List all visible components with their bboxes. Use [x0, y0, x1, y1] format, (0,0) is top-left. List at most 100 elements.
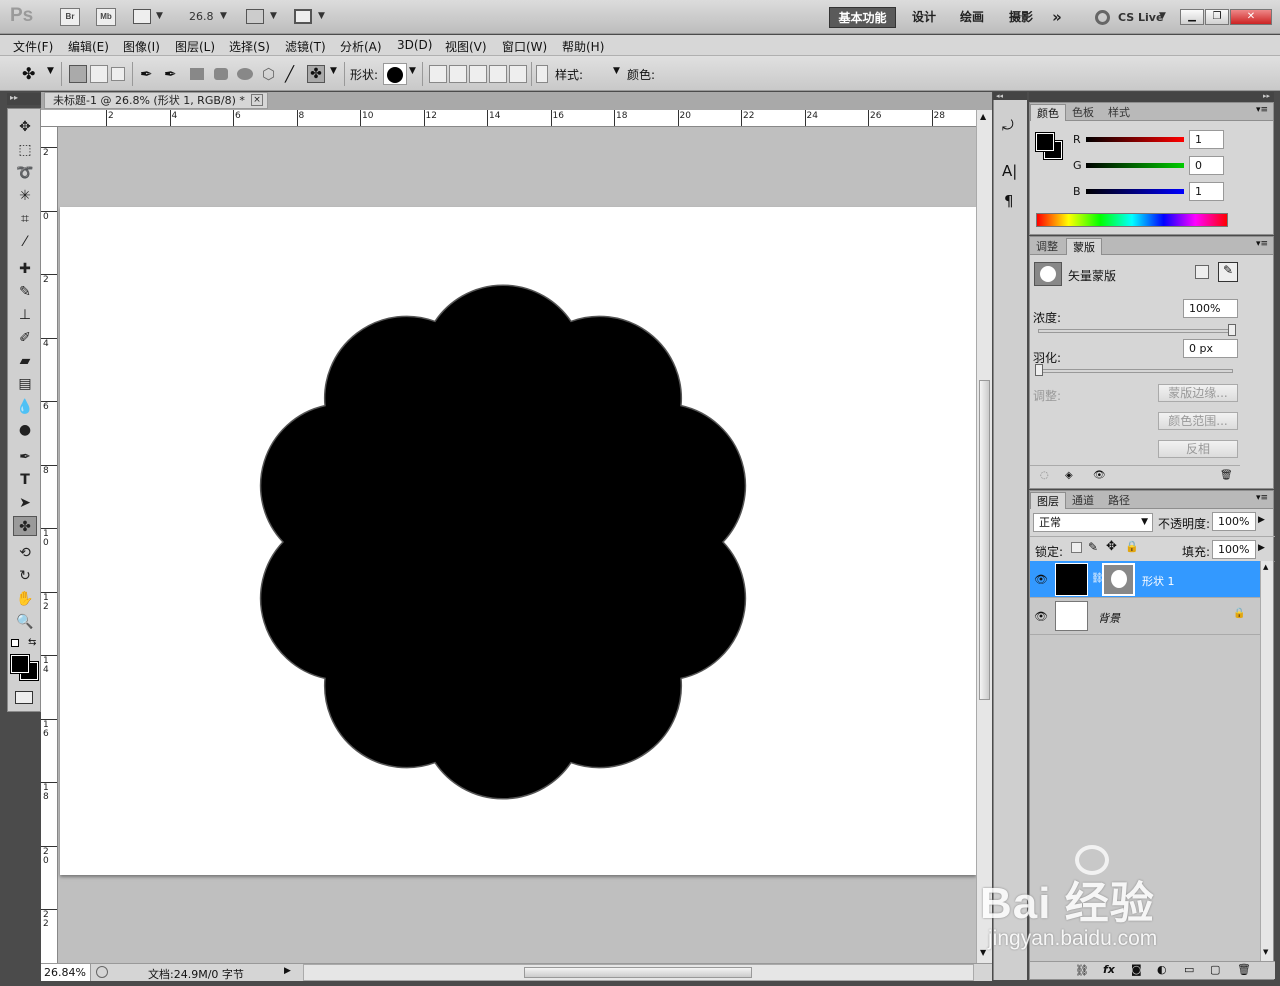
menu-image[interactable]: 图像(I) [123, 38, 160, 55]
eyedropper-icon[interactable]: ⁄ [13, 232, 37, 252]
ellipse-tool-icon[interactable] [237, 68, 253, 80]
workspace-essentials[interactable]: 基本功能 [829, 7, 896, 28]
fill-value[interactable]: 100% [1212, 540, 1256, 559]
chevron-down-icon[interactable]: ▼ [409, 66, 416, 76]
layer-row[interactable]: 👁 背景 🔒 [1030, 598, 1260, 635]
zoom-dropdown-icon[interactable]: ▼ [220, 11, 227, 21]
marquee-tool-icon[interactable]: ⬚ [13, 140, 37, 160]
rounded-rectangle-icon[interactable] [214, 68, 228, 80]
foreground-color-swatch[interactable] [10, 654, 30, 674]
opacity-value[interactable]: 100% [1212, 512, 1256, 531]
chevron-down-icon[interactable]: ▼ [330, 66, 337, 76]
tab-styles[interactable]: 样式 [1102, 104, 1136, 121]
channel-g-value[interactable]: 0 [1189, 156, 1224, 175]
arrange-documents-icon[interactable] [246, 9, 264, 24]
invert-button[interactable]: 反相 [1158, 440, 1238, 458]
color-spectrum[interactable] [1036, 213, 1228, 227]
visibility-eye-icon[interactable]: 👁 [1034, 573, 1048, 586]
eraser-tool-icon[interactable]: ▰ [13, 351, 37, 371]
mini-bridge-button[interactable]: Mb [96, 8, 116, 26]
brush-tool-icon[interactable]: ✎ [13, 282, 37, 302]
menu-3d[interactable]: 3D(D) [397, 38, 432, 52]
menu-filter[interactable]: 滤镜(T) [285, 38, 326, 55]
scroll-up-icon[interactable]: ▲ [980, 112, 986, 121]
lock-transparency-icon[interactable] [1071, 542, 1082, 553]
menu-analysis[interactable]: 分析(A) [340, 38, 382, 55]
fill-arrow-icon[interactable]: ▶ [1258, 543, 1265, 553]
visibility-icon[interactable]: 👁 [1093, 470, 1106, 481]
paragraph-panel-icon[interactable]: ¶ [1004, 192, 1014, 210]
flower-shape[interactable] [205, 236, 801, 848]
chevron-down-icon[interactable]: ▼ [47, 66, 54, 76]
more-workspaces-icon[interactable]: » [1047, 7, 1067, 28]
tab-masks[interactable]: 蒙版 [1066, 238, 1102, 255]
menu-select[interactable]: 选择(S) [229, 38, 270, 55]
apply-mask-icon[interactable]: ◈ [1065, 470, 1073, 481]
chevron-down-icon[interactable]: ▼ [613, 66, 620, 76]
close-window-button[interactable]: ✕ [1230, 9, 1272, 25]
lock-all-icon[interactable]: 🔒 [1125, 540, 1139, 553]
feather-slider[interactable] [1038, 369, 1233, 373]
history-panel-icon[interactable]: ⤾ [1002, 118, 1014, 134]
clone-stamp-icon[interactable]: ⊥ [13, 305, 37, 325]
lock-position-icon[interactable]: ✥ [1106, 539, 1117, 554]
color-fg-swatch[interactable] [1035, 132, 1055, 152]
channel-r-value[interactable]: 1 [1189, 130, 1224, 149]
magic-wand-icon[interactable]: ✳ [13, 186, 37, 206]
cs-live-button[interactable]: CS Live [1118, 11, 1163, 24]
density-slider[interactable] [1038, 329, 1233, 333]
density-slider-thumb[interactable] [1228, 324, 1236, 336]
character-panel-icon[interactable]: A| [1002, 162, 1017, 180]
rectangle-tool-icon[interactable] [190, 68, 204, 80]
view-extras-icon[interactable] [133, 9, 151, 24]
tool-preset-icon[interactable]: ✤ [22, 65, 40, 83]
restore-button[interactable]: ❐ [1205, 9, 1229, 25]
load-selection-icon[interactable]: ◌ [1040, 470, 1049, 481]
close-document-icon[interactable]: × [251, 94, 263, 106]
bridge-button[interactable]: Br [60, 8, 80, 26]
minimize-button[interactable]: ▁ [1180, 9, 1204, 25]
scroll-up-icon[interactable]: ▲ [1263, 563, 1268, 571]
history-brush-icon[interactable]: ✐ [13, 328, 37, 348]
color-range-button[interactable]: 颜色范围... [1158, 412, 1238, 430]
tab-channels[interactable]: 通道 [1066, 492, 1100, 509]
document-tab[interactable]: 未标题-1 @ 26.8% (形状 1, RGB/8) * × [44, 92, 268, 109]
crop-tool-icon[interactable]: ⌗ [13, 209, 37, 229]
channel-r-slider[interactable] [1086, 137, 1184, 142]
pen-tool-icon[interactable]: ✒ [140, 65, 158, 83]
feather-slider-thumb[interactable] [1035, 364, 1043, 376]
type-tool-icon[interactable]: T [13, 470, 37, 490]
blend-mode-select[interactable]: 正常 ▼ [1033, 513, 1153, 532]
subtract-shape-icon[interactable] [469, 65, 487, 83]
3d-orbit-icon[interactable]: ↻ [13, 566, 37, 586]
status-zoom[interactable]: 26.84% [41, 964, 91, 981]
density-value[interactable]: 100% [1183, 299, 1238, 318]
screen-mode-icon[interactable] [294, 9, 312, 24]
horizontal-scrollbar[interactable] [303, 964, 974, 981]
mask-edge-button[interactable]: 蒙版边缘... [1158, 384, 1238, 402]
move-tool-icon[interactable]: ✥ [13, 117, 37, 137]
exclude-shape-icon[interactable] [509, 65, 527, 83]
blur-tool-icon[interactable]: 💧 [13, 397, 37, 417]
menu-help[interactable]: 帮助(H) [562, 38, 604, 55]
gradient-tool-icon[interactable]: ▤ [13, 374, 37, 394]
workspace-photography[interactable]: 摄影 [1003, 7, 1039, 28]
panel-menu-icon[interactable]: ▾≡ [1256, 239, 1268, 249]
scroll-thumb[interactable] [979, 380, 990, 700]
zoom-tool-icon[interactable]: 🔍 [13, 612, 37, 632]
menu-layer[interactable]: 图层(L) [175, 38, 215, 55]
chevron-down-icon[interactable]: ▼ [156, 11, 163, 21]
tab-swatches[interactable]: 色板 [1066, 104, 1100, 121]
channel-g-slider[interactable] [1086, 163, 1184, 168]
create-new-shape-icon[interactable] [429, 65, 447, 83]
vector-mask-icon[interactable]: ✎ [1218, 262, 1238, 282]
freeform-pen-icon[interactable]: ✒ [164, 65, 182, 83]
channel-b-value[interactable]: 1 [1189, 182, 1224, 201]
polygon-tool-icon[interactable]: ⬡ [262, 65, 280, 83]
menu-edit[interactable]: 编辑(E) [68, 38, 109, 55]
intersect-shape-icon[interactable] [489, 65, 507, 83]
line-tool-icon[interactable]: ╱ [285, 65, 303, 83]
chevron-down-icon[interactable]: ▼ [270, 11, 277, 21]
healing-brush-icon[interactable]: ✚ [13, 259, 37, 279]
link-icon[interactable] [536, 65, 548, 83]
